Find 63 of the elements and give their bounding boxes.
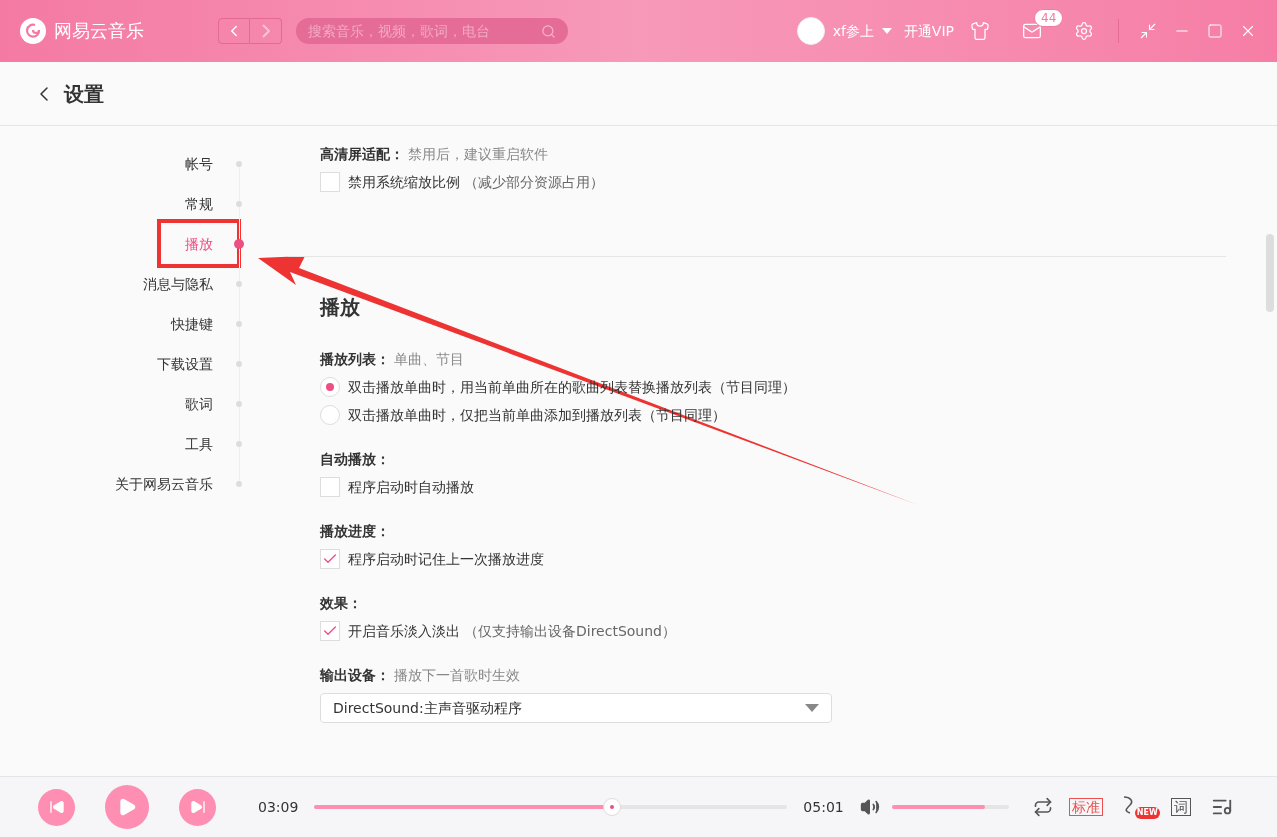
option-note: （仅支持输出设备DirectSound） [464,622,676,641]
lyrics-button[interactable]: 词 [1170,798,1191,816]
settings-icon[interactable] [1074,21,1094,41]
checkbox[interactable] [320,477,340,497]
option-note: （减少部分资源占用） [464,173,604,192]
section-heading: 播放 [320,294,361,321]
new-badge: NEW [1134,807,1160,819]
page-title: 设置 [64,80,104,108]
logo-icon [20,18,46,44]
group-label: 播放进度： [320,522,390,541]
caret-icon[interactable] [881,28,892,34]
option-label: 程序启动时自动播放 [348,478,474,497]
skip-forward-icon [189,799,206,815]
settings-nav-item[interactable]: 关于网易云音乐 [115,474,213,494]
group-label: 高清屏适配： [320,145,404,164]
radio-button[interactable] [320,405,340,425]
group-hint: 禁用后，建议重启软件 [408,145,548,164]
play-button[interactable] [105,785,149,829]
group-label: 播放列表： [320,350,390,369]
settings-nav-item[interactable]: 工具 [185,434,213,454]
radio-button[interactable] [320,377,340,397]
message-count-badge: 44 [1034,9,1064,27]
volume-icon[interactable] [859,797,880,817]
dropdown-caret-icon [805,704,819,712]
mail-icon[interactable] [1022,21,1042,41]
search-icon [541,23,556,39]
group-label: 自动播放： [320,450,390,469]
checkbox[interactable] [320,549,340,569]
settings-nav-item[interactable]: 消息与隐私 [143,274,213,294]
avatar[interactable] [796,17,825,45]
device-dropdown[interactable]: DirectSound:主声音驱动程序 [320,693,832,723]
checkbox[interactable] [320,172,340,192]
volume-track[interactable] [891,805,1009,809]
skip-back-icon [48,799,65,815]
settings-nav-item[interactable]: 歌词 [185,394,213,414]
settings-nav-item[interactable]: 下载设置 [157,354,213,374]
progress-thumb[interactable] [603,798,622,816]
chevron-right-icon [261,24,270,38]
settings-nav-item[interactable]: 帐号 [185,154,213,174]
forward-button[interactable] [250,18,282,44]
repeat-icon[interactable] [1032,797,1053,817]
duration-time: 05:01 [803,798,844,817]
shirt-icon[interactable] [970,21,990,41]
settings-nav-item[interactable]: 快捷键 [171,314,213,334]
option-label: 程序启动时记住上一次播放进度 [348,550,544,569]
app-name: 网易云音乐 [54,19,144,43]
option-label: 禁用系统缩放比例 [348,173,460,192]
back-button[interactable] [218,18,250,44]
next-button[interactable] [179,788,216,826]
group-label: 输出设备： [320,666,390,685]
settings-nav-item[interactable]: 常规 [185,194,213,214]
play-icon [117,797,137,817]
group-hint: 播放下一首歌时生效 [394,666,520,685]
group-label: 效果： [320,594,362,613]
previous-button[interactable] [38,788,75,826]
mini-mode-icon[interactable] [1139,22,1157,40]
progress-slider[interactable] [314,798,788,816]
checkbox[interactable] [320,621,340,641]
elapsed-time: 03:09 [258,798,299,817]
option-label: 开启音乐淡入淡出 [348,622,460,641]
maximize-icon[interactable] [1207,23,1223,39]
scrollbar-thumb[interactable] [1266,234,1274,312]
group-hint: 单曲、节目 [394,350,464,369]
